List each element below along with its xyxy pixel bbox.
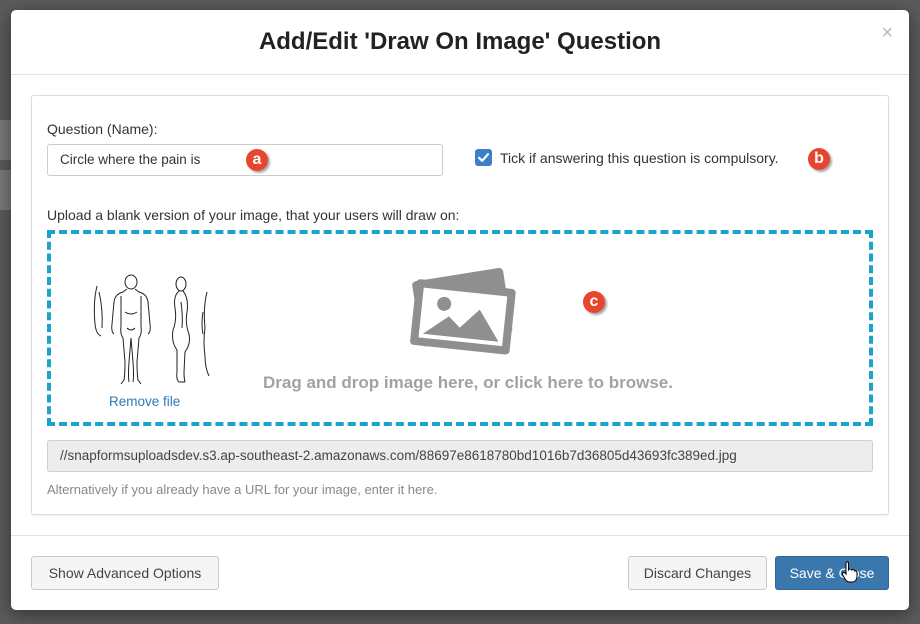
compulsory-checkbox[interactable]	[475, 149, 492, 166]
dialog-footer: Show Advanced Options Discard Changes Sa…	[11, 535, 909, 611]
image-url-help: Alternatively if you already have a URL …	[47, 482, 438, 497]
draw-on-image-dialog: Add/Edit 'Draw On Image' Question × Ques…	[11, 10, 909, 610]
close-icon[interactable]: ×	[881, 23, 893, 43]
question-name-label: Question (Name):	[47, 121, 158, 137]
show-advanced-options-button[interactable]: Show Advanced Options	[31, 556, 219, 590]
compulsory-label: Tick if answering this question is compu…	[500, 150, 779, 166]
body-diagram-thumbnail	[93, 274, 210, 385]
image-url-input[interactable]: //snapformsuploadsdev.s3.ap-southeast-2.…	[47, 440, 873, 472]
dialog-title: Add/Edit 'Draw On Image' Question	[258, 28, 662, 55]
image-dropzone[interactable]: Remove file c Drag and drop image here, …	[47, 230, 873, 426]
question-panel: Question (Name): Circle where the pain i…	[31, 95, 889, 515]
annotation-marker-b: b	[808, 148, 830, 170]
question-name-input[interactable]: Circle where the pain is	[47, 144, 443, 176]
image-icon	[410, 268, 516, 355]
annotation-marker-c: c	[583, 291, 605, 313]
dialog-header: Add/Edit 'Draw On Image' Question ×	[11, 10, 909, 75]
annotation-marker-a: a	[246, 149, 268, 171]
hand-cursor-icon	[841, 561, 858, 583]
discard-changes-button[interactable]: Discard Changes	[628, 556, 767, 590]
remove-file-link[interactable]: Remove file	[109, 394, 180, 409]
save-and-close-button[interactable]: Save & Close	[775, 556, 889, 590]
dropzone-instructions: Drag and drop image here, or click here …	[262, 373, 673, 392]
checkmark-icon	[477, 153, 490, 162]
upload-label: Upload a blank version of your image, th…	[47, 207, 460, 223]
